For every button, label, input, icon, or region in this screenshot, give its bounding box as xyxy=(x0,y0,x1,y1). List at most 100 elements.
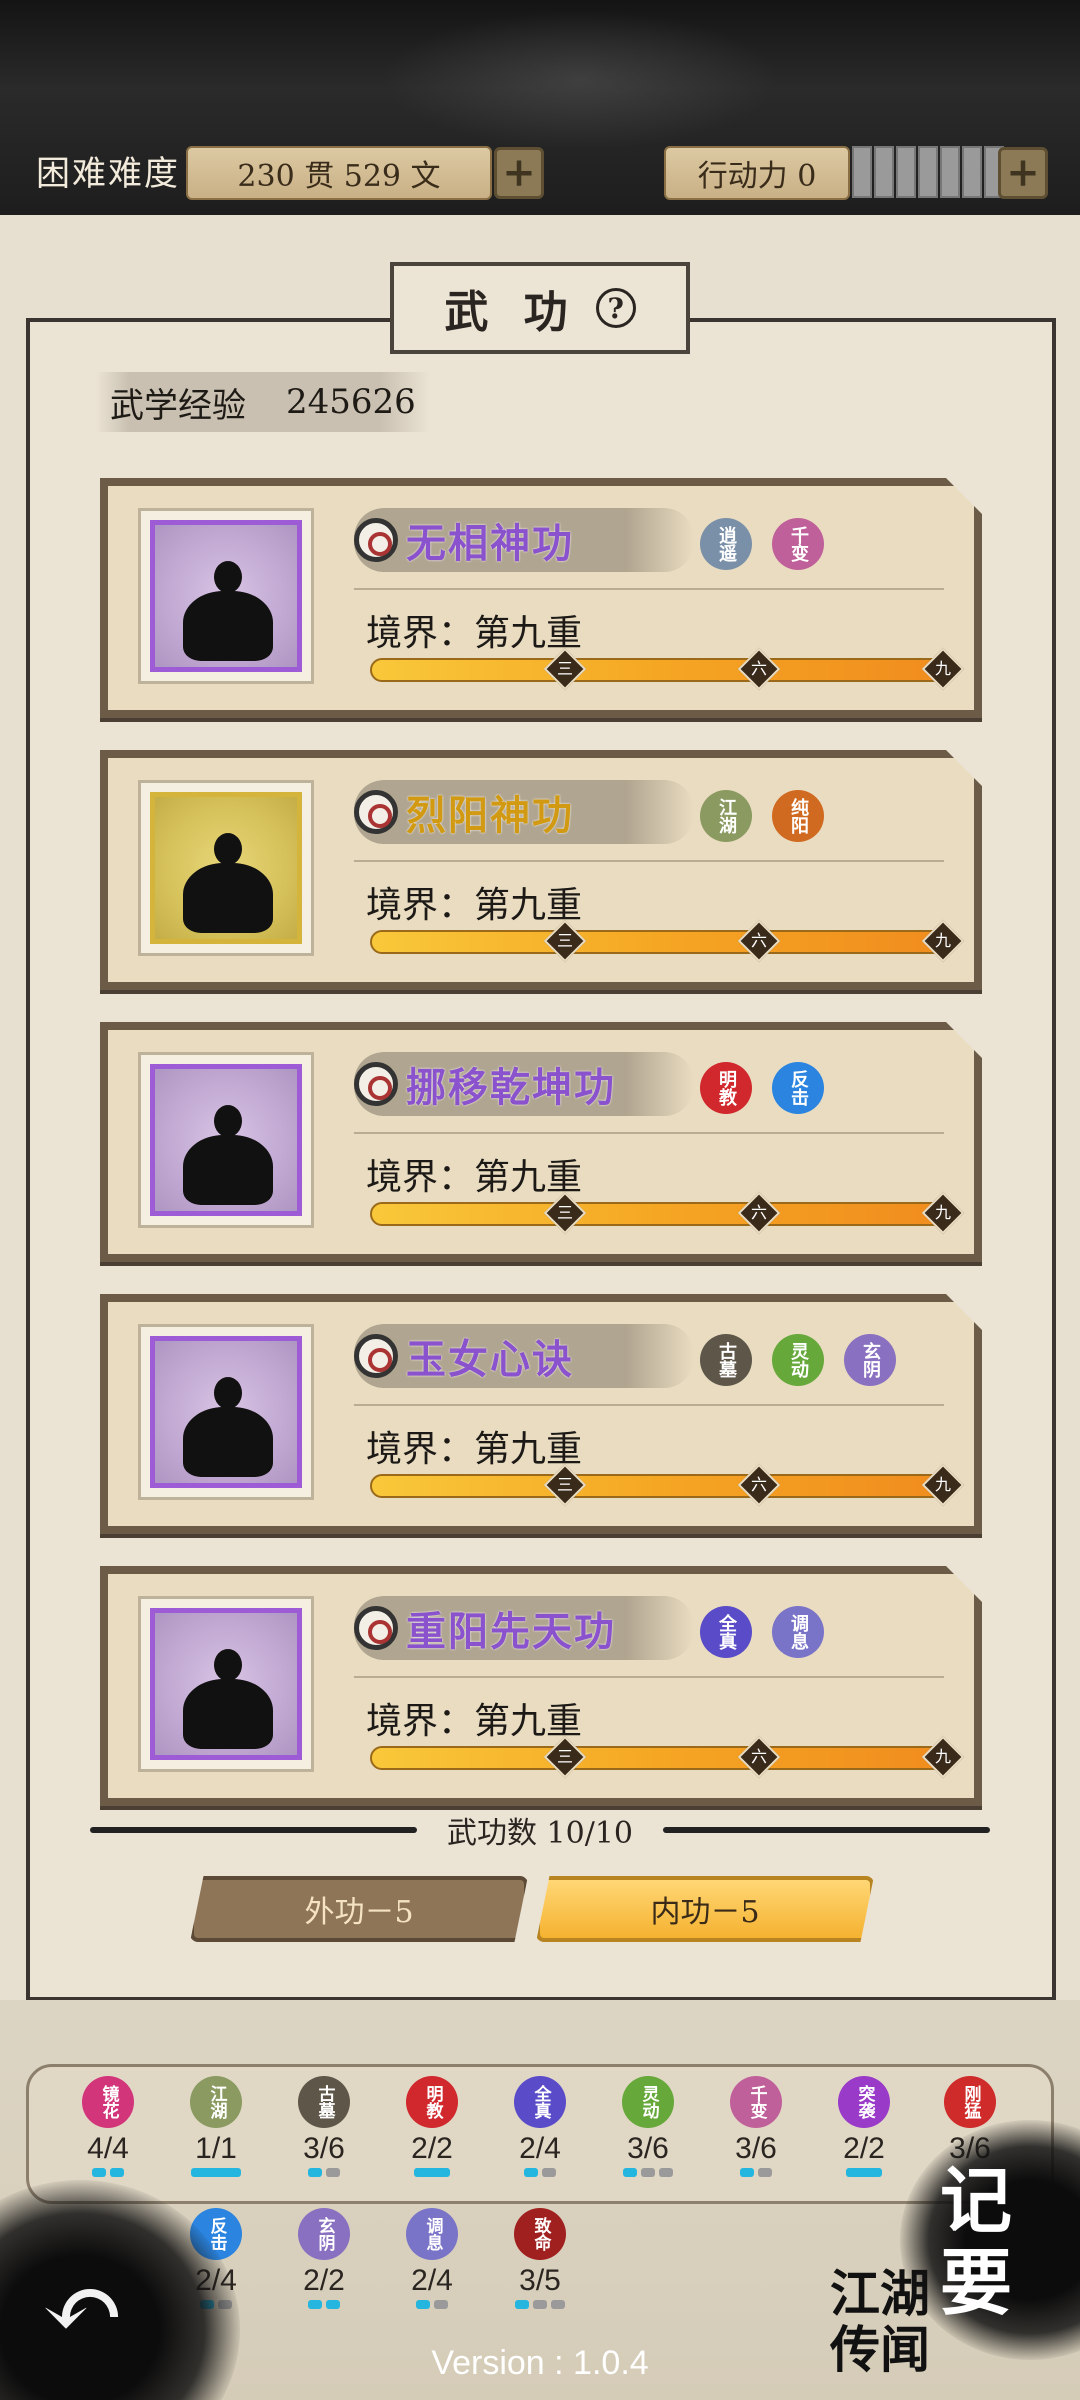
page-title: 武 功 ? xyxy=(390,262,690,354)
tab-inner-skills[interactable]: 内功－5 xyxy=(536,1876,874,1942)
skill-realm: 境界：第九重 xyxy=(366,1701,583,1742)
skill-count-row: 武功数 10/10 xyxy=(90,1810,990,1851)
money-display: 230 贯 529 文 xyxy=(186,146,492,200)
faction-badge: 古墓 xyxy=(298,2076,350,2128)
realm-progress-bar: 三 六 九 xyxy=(370,1735,965,1779)
skill-card[interactable]: 重阳先天功 全真 调息 境界：第九重 三 六 九 xyxy=(100,1566,982,1806)
card-fold xyxy=(946,478,982,514)
faction-item[interactable]: 古墓 3/6 xyxy=(274,2076,374,2177)
bar-marker: 六 xyxy=(737,647,781,691)
divider xyxy=(354,1676,944,1678)
skill-type-icon xyxy=(354,790,398,834)
skill-tag: 古墓 xyxy=(700,1334,752,1386)
skill-name-row: 烈阳神功 xyxy=(354,780,694,844)
faction-count: 2/2 xyxy=(411,2132,453,2165)
card-fold xyxy=(946,1566,982,1602)
action-point-slot xyxy=(896,146,916,198)
skill-name-row: 无相神功 xyxy=(354,508,694,572)
faction-badge: 灵动 xyxy=(622,2076,674,2128)
title-text: 武 功 xyxy=(444,287,578,338)
faction-count: 1/1 xyxy=(195,2132,237,2165)
faction-count: 2/4 xyxy=(519,2132,561,2165)
help-icon[interactable]: ? xyxy=(595,288,636,328)
skill-card[interactable]: 玉女心诀 古墓 灵动 玄阴 境界：第九重 三 六 九 xyxy=(100,1294,982,1534)
faction-item[interactable]: 全真 2/4 xyxy=(490,2076,590,2177)
skill-name: 烈阳神功 xyxy=(406,792,574,839)
tab-outer-skills[interactable]: 外功－5 xyxy=(190,1876,528,1942)
skill-type-icon xyxy=(354,1606,398,1650)
add-money-button[interactable]: + xyxy=(494,147,544,199)
faction-item[interactable]: 致命 3/5 xyxy=(490,2208,590,2309)
skill-tag: 纯阳 xyxy=(772,790,824,842)
plus-icon: + xyxy=(1006,149,1040,196)
plus-icon: + xyxy=(502,149,536,196)
memo-button[interactable]: 记要 xyxy=(940,2160,1070,2324)
exp-value: 245626 xyxy=(286,382,416,422)
skill-card[interactable]: 无相神功 逍遥 千变 境界：第九重 三 六 九 xyxy=(100,478,982,718)
faction-item[interactable]: 灵动 3/6 xyxy=(598,2076,698,2177)
faction-badge: 千变 xyxy=(730,2076,782,2128)
skill-tag: 明教 xyxy=(700,1062,752,1114)
exp-label: 武学经验 xyxy=(110,385,246,426)
faction-badge: 致命 xyxy=(514,2208,566,2260)
bar-marker: 九 xyxy=(921,1735,965,1779)
action-point-slot xyxy=(962,146,982,198)
faction-item[interactable]: 玄阴 2/2 xyxy=(274,2208,374,2309)
faction-count: 2/4 xyxy=(411,2264,453,2297)
action-point-slot xyxy=(852,146,872,198)
action-point-slot xyxy=(874,146,894,198)
realm-progress-bar: 三 六 九 xyxy=(370,1463,965,1507)
skill-tag: 调息 xyxy=(772,1606,824,1658)
skill-tag: 江湖 xyxy=(700,790,752,842)
faction-item[interactable]: 明教 2/2 xyxy=(382,2076,482,2177)
meditation-figure-icon xyxy=(183,863,273,933)
divider xyxy=(663,1827,990,1833)
meditation-figure-icon xyxy=(183,1407,273,1477)
skill-card[interactable]: 烈阳神功 江湖 纯阳 境界：第九重 三 六 九 xyxy=(100,750,982,990)
bar-marker: 六 xyxy=(737,919,781,963)
divider xyxy=(90,1827,417,1833)
meditation-figure-icon xyxy=(183,1679,273,1749)
faction-badge: 江湖 xyxy=(190,2076,242,2128)
bar-marker: 九 xyxy=(921,647,965,691)
skill-portrait xyxy=(138,1324,314,1500)
faction-item[interactable]: 千变 3/6 xyxy=(706,2076,806,2177)
skill-card[interactable]: 挪移乾坤功 明教 反击 境界：第九重 三 六 九 xyxy=(100,1022,982,1262)
card-fold xyxy=(946,750,982,786)
faction-item[interactable]: 镜花 4/4 xyxy=(58,2076,158,2177)
bar-marker: 九 xyxy=(921,1191,965,1235)
skill-name-row: 挪移乾坤功 xyxy=(354,1052,694,1116)
bar-marker: 九 xyxy=(921,1463,965,1507)
skill-tag: 逍遥 xyxy=(700,518,752,570)
faction-badge: 刚猛 xyxy=(944,2076,996,2128)
faction-badge: 调息 xyxy=(406,2208,458,2260)
ink-decoration xyxy=(380,10,780,150)
skill-tag: 灵动 xyxy=(772,1334,824,1386)
bar-marker: 六 xyxy=(737,1463,781,1507)
bar-marker: 六 xyxy=(737,1191,781,1235)
skill-realm: 境界：第九重 xyxy=(366,1157,583,1198)
skill-realm: 境界：第九重 xyxy=(366,613,583,654)
skill-tag: 玄阴 xyxy=(844,1334,896,1386)
divider xyxy=(354,1132,944,1134)
add-action-points-button[interactable]: + xyxy=(998,147,1048,199)
card-fold xyxy=(946,1294,982,1330)
action-points-display: 行动力 0 xyxy=(664,146,850,200)
skill-type-icon xyxy=(354,518,398,562)
faction-count: 2/2 xyxy=(843,2132,885,2165)
faction-item[interactable]: 江湖 1/1 xyxy=(166,2076,266,2177)
martial-exp: 武学经验 245626 xyxy=(96,372,430,432)
skill-realm: 境界：第九重 xyxy=(366,1429,583,1470)
faction-item[interactable]: 调息 2/4 xyxy=(382,2208,482,2309)
difficulty-label: 困难难度 xyxy=(36,154,180,194)
skill-name-row: 重阳先天功 xyxy=(354,1596,694,1660)
skill-portrait xyxy=(138,1596,314,1772)
divider xyxy=(354,860,944,862)
meditation-figure-icon xyxy=(183,1135,273,1205)
skill-tag: 全真 xyxy=(700,1606,752,1658)
skill-name: 挪移乾坤功 xyxy=(406,1064,616,1111)
skill-type-icon xyxy=(354,1334,398,1378)
skill-name: 无相神功 xyxy=(406,520,574,567)
faction-item[interactable]: 突袭 2/2 xyxy=(814,2076,914,2177)
skill-portrait xyxy=(138,508,314,684)
